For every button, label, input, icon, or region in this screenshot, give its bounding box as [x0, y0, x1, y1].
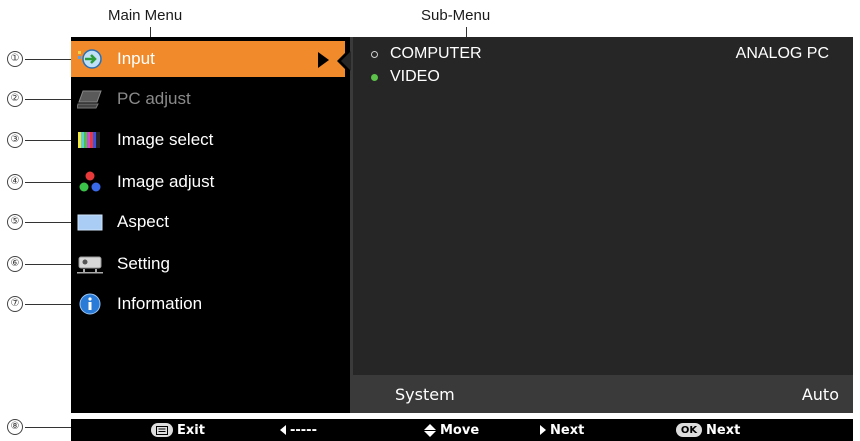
sub-item-computer[interactable]: COMPUTER — [371, 43, 482, 65]
menu-item-input[interactable]: Input — [71, 41, 345, 77]
callout-8-line — [25, 427, 73, 428]
callout-8: ⑧ — [7, 419, 23, 435]
callout-6: ⑥ — [7, 256, 23, 272]
menu-item-image-adjust[interactable]: Image adjust — [71, 164, 345, 200]
image-select-icon — [77, 129, 103, 151]
menu-item-aspect[interactable]: Aspect — [71, 204, 345, 240]
sub-menu-pointer-inner — [341, 51, 351, 71]
menu-item-pc-adjust[interactable]: PC adjust — [71, 81, 345, 117]
menu-item-label: PC adjust — [117, 89, 191, 108]
callout-1: ① — [7, 51, 23, 67]
selected-arrow-icon — [318, 52, 329, 68]
sub-item-label: VIDEO — [390, 68, 440, 85]
hint-bar: Exit ----- Move Next OK Next — [71, 419, 853, 441]
left-arrow-icon — [280, 425, 286, 435]
system-value: Auto — [801, 384, 839, 404]
information-icon — [77, 293, 103, 315]
callout-4: ④ — [7, 174, 23, 190]
menu-item-label: Aspect — [117, 212, 169, 231]
menu-button-icon — [151, 423, 173, 437]
hint-back: ----- — [280, 422, 317, 438]
ok-button-icon: OK — [676, 423, 702, 437]
pc-adjust-icon — [77, 88, 103, 110]
up-down-arrow-icon — [424, 423, 436, 437]
menu-item-label: Setting — [117, 254, 170, 273]
hint-next-label: Next — [550, 422, 585, 438]
radio-active-icon — [371, 73, 378, 81]
hint-move: Move — [424, 422, 479, 438]
sub-item-video[interactable]: VIDEO — [371, 66, 440, 88]
hint-back-label: ----- — [290, 422, 317, 438]
hint-ok-next-label: Next — [706, 422, 741, 438]
right-arrow-icon — [540, 425, 546, 435]
setting-icon — [77, 253, 103, 275]
menu-item-label: Image adjust — [117, 172, 215, 191]
callout-2: ② — [7, 91, 23, 107]
menu-item-label: Input — [117, 49, 155, 68]
hint-move-label: Move — [440, 422, 480, 438]
system-bar[interactable]: System Auto — [353, 375, 853, 413]
main-menu-caption: Main Menu — [108, 7, 183, 24]
hint-next: Next — [540, 422, 584, 438]
input-icon — [77, 48, 103, 70]
menu-item-image-select[interactable]: Image select — [71, 122, 345, 158]
system-label: System — [395, 384, 455, 404]
callout-3: ③ — [7, 132, 23, 148]
image-adjust-icon — [77, 171, 103, 193]
sub-menu: COMPUTER ANALOG PC VIDEO System Auto — [350, 37, 853, 413]
hint-exit-label: Exit — [177, 422, 205, 438]
menu-item-label: Image select — [117, 130, 214, 149]
sub-item-label: COMPUTER — [390, 45, 482, 62]
hint-ok-next: OK Next — [676, 422, 740, 438]
main-menu: Input PC adjust Image select Image adjus… — [71, 37, 345, 413]
menu-item-information[interactable]: Information — [71, 286, 345, 322]
radio-empty-icon — [371, 50, 378, 58]
callout-7: ⑦ — [7, 296, 23, 312]
callout-5: ⑤ — [7, 214, 23, 230]
sub-menu-caption: Sub-Menu — [421, 7, 491, 24]
menu-item-setting[interactable]: Setting — [71, 246, 345, 282]
aspect-icon — [77, 211, 103, 233]
hint-exit: Exit — [151, 422, 205, 438]
menu-item-label: Information — [117, 294, 203, 313]
sub-item-computer-value: ANALOG PC — [735, 45, 829, 62]
